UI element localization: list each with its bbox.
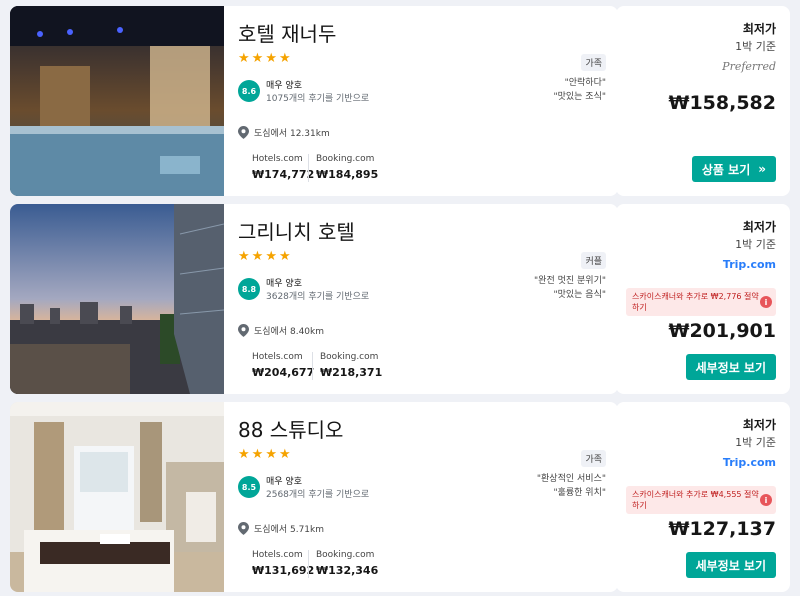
hotel-info: 그리니치 호텔 ★ ★ ★ ★ 커플 8.8 매우 양호 3628개의 후기를 기반으… xyxy=(224,204,618,394)
savings-notice[interactable]: 스카이스캐너와 추가로 ₩4,555 절약하기 i xyxy=(626,486,776,514)
star-icon: ★ xyxy=(251,249,264,264)
lowest-price[interactable]: ₩158,582 xyxy=(669,92,777,114)
partner-logo: Trip.com xyxy=(722,258,776,271)
provider-name[interactable]: Hotels.com xyxy=(252,550,303,560)
review-count: 3628개의 후기를 기반으로 xyxy=(266,292,370,302)
view-deal-button[interactable]: 상품 보기 » xyxy=(691,156,776,182)
review-quote: "안락하다" xyxy=(564,78,606,88)
review-quote: "환상적인 서비스" xyxy=(536,474,606,484)
provider-price[interactable]: ₩204,677 xyxy=(252,366,314,379)
star-icon: ★ xyxy=(278,447,291,462)
star-icon: ★ xyxy=(238,51,250,66)
review-count: 2568개의 후기를 기반으로 xyxy=(266,490,370,500)
partner-logo: Preferred xyxy=(722,60,776,73)
provider-name[interactable]: Hotels.com xyxy=(252,154,303,164)
button-label: 세부정보 보기 xyxy=(695,360,766,375)
hotel-photo[interactable] xyxy=(10,402,224,592)
star-rating: ★ ★ ★ ★ xyxy=(238,52,291,65)
savings-notice[interactable]: 스카이스캐너와 추가로 ₩2,776 절약하기 i xyxy=(626,288,776,316)
rating-label: 매우 양호 xyxy=(266,477,302,487)
provider-price[interactable]: ₩218,371 xyxy=(320,366,382,379)
review-quote: "훌륭한 위치" xyxy=(553,488,606,498)
lowest-price-label: 최저가 xyxy=(742,220,776,234)
review-score-badge: 8.8 xyxy=(238,278,260,300)
lowest-price[interactable]: ₩201,901 xyxy=(669,320,777,342)
view-details-button[interactable]: 세부정보 보기 xyxy=(685,354,776,380)
hotel-card[interactable]: 88 스튜디오 ★ ★ ★ ★ 가족 8.5 매우 양호 2568개의 후기를 기반으… xyxy=(10,402,790,592)
provider-name[interactable]: Booking.com xyxy=(320,352,378,362)
provider-price[interactable]: ₩132,346 xyxy=(316,564,378,577)
review-quotes: "환상적인 서비스" "훌륭한 위치" xyxy=(537,472,606,500)
button-label: 상품 보기 xyxy=(701,162,751,177)
provider-price[interactable]: ₩131,692 xyxy=(252,564,314,577)
per-night-label: 1박 기준 xyxy=(735,40,776,53)
hotel-card[interactable]: 그리니치 호텔 ★ ★ ★ ★ 커플 8.8 매우 양호 3628개의 후기를 기반으… xyxy=(10,204,790,394)
provider-name[interactable]: Booking.com xyxy=(316,550,374,560)
lowest-price-label: 최저가 xyxy=(742,418,776,432)
button-label: 세부정보 보기 xyxy=(695,558,766,573)
star-icon: ★ xyxy=(265,51,277,66)
hotel-photo[interactable] xyxy=(10,204,224,394)
hotel-card[interactable]: 호텔 재너두 ★ ★ ★ ★ 가족 8.6 매우 양호 1075개의 후기를 기반으로… xyxy=(10,6,790,196)
traveler-tag: 커플 xyxy=(581,252,606,269)
distance-to-center: 도심에서 5.71km xyxy=(254,525,324,535)
star-rating: ★ ★ ★ ★ xyxy=(238,250,291,263)
star-icon: ★ xyxy=(251,447,264,462)
provider-price[interactable]: ₩174,772 xyxy=(252,168,314,181)
savings-text: 스카이스캐너와 추가로 ₩2,776 절약하기 xyxy=(632,292,759,312)
star-icon: ★ xyxy=(238,249,250,264)
review-quotes: "완전 멋진 분위기" "맛있는 음식" xyxy=(534,274,606,302)
hotel-name[interactable]: 88 스튜디오 xyxy=(238,414,343,443)
distance-to-center: 도심에서 8.40km xyxy=(254,327,324,337)
rating-label: 매우 양호 xyxy=(266,81,302,91)
hotel-info: 호텔 재너두 ★ ★ ★ ★ 가족 8.6 매우 양호 1075개의 후기를 기반으로… xyxy=(224,6,618,196)
hotel-name[interactable]: 호텔 재너두 xyxy=(238,18,336,47)
lowest-price[interactable]: ₩127,137 xyxy=(669,518,777,540)
location-pin-icon xyxy=(238,522,249,535)
star-icon: ★ xyxy=(278,51,291,66)
star-icon: ★ xyxy=(265,447,277,462)
chevrons-right-icon: » xyxy=(758,162,766,176)
hotel-name[interactable]: 그리니치 호텔 xyxy=(238,216,355,245)
hotel-photo[interactable] xyxy=(10,6,224,196)
info-icon[interactable]: i xyxy=(760,296,772,308)
star-rating: ★ ★ ★ ★ xyxy=(238,448,291,461)
review-quote: "맛있는 조식" xyxy=(553,92,606,102)
lowest-price-label: 최저가 xyxy=(742,22,776,36)
provider-price[interactable]: ₩184,895 xyxy=(316,168,378,181)
divider xyxy=(308,550,309,578)
traveler-tag: 가족 xyxy=(581,54,606,71)
review-score-badge: 8.6 xyxy=(238,80,260,102)
review-score-badge: 8.5 xyxy=(238,476,260,498)
view-details-button[interactable]: 세부정보 보기 xyxy=(685,552,776,578)
divider xyxy=(308,154,309,182)
review-quote: "맛있는 음식" xyxy=(553,290,606,300)
per-night-label: 1박 기준 xyxy=(735,238,776,251)
review-count: 1075개의 후기를 기반으로 xyxy=(266,94,370,104)
info-icon[interactable]: i xyxy=(760,494,772,506)
location-pin-icon xyxy=(238,126,249,139)
provider-name[interactable]: Booking.com xyxy=(316,154,374,164)
savings-text: 스카이스캐너와 추가로 ₩4,555 절약하기 xyxy=(632,490,759,510)
traveler-tag: 가족 xyxy=(581,450,606,467)
star-icon: ★ xyxy=(278,249,291,264)
per-night-label: 1박 기준 xyxy=(735,436,776,449)
rating-label: 매우 양호 xyxy=(266,279,302,289)
divider xyxy=(312,352,313,380)
hotel-info: 88 스튜디오 ★ ★ ★ ★ 가족 8.5 매우 양호 2568개의 후기를 기반으… xyxy=(224,402,618,592)
star-icon: ★ xyxy=(265,249,277,264)
partner-logo: Trip.com xyxy=(722,456,776,469)
price-panel: 최저가 1박 기준 Preferred ₩158,582 상품 보기 » xyxy=(616,6,790,196)
distance-to-center: 도심에서 12.31km xyxy=(254,129,330,139)
review-quotes: "안락하다" "맛있는 조식" xyxy=(553,76,606,104)
price-panel: 최저가 1박 기준 Trip.com 스카이스캐너와 추가로 ₩2,776 절약… xyxy=(616,204,790,394)
star-icon: ★ xyxy=(251,51,264,66)
hotel-results-list: 호텔 재너두 ★ ★ ★ ★ 가족 8.6 매우 양호 1075개의 후기를 기반으로… xyxy=(0,0,800,596)
star-icon: ★ xyxy=(238,447,250,462)
location-pin-icon xyxy=(238,324,249,337)
review-quote: "완전 멋진 분위기" xyxy=(534,276,606,286)
price-panel: 최저가 1박 기준 Trip.com 스카이스캐너와 추가로 ₩4,555 절약… xyxy=(616,402,790,592)
provider-name[interactable]: Hotels.com xyxy=(252,352,303,362)
